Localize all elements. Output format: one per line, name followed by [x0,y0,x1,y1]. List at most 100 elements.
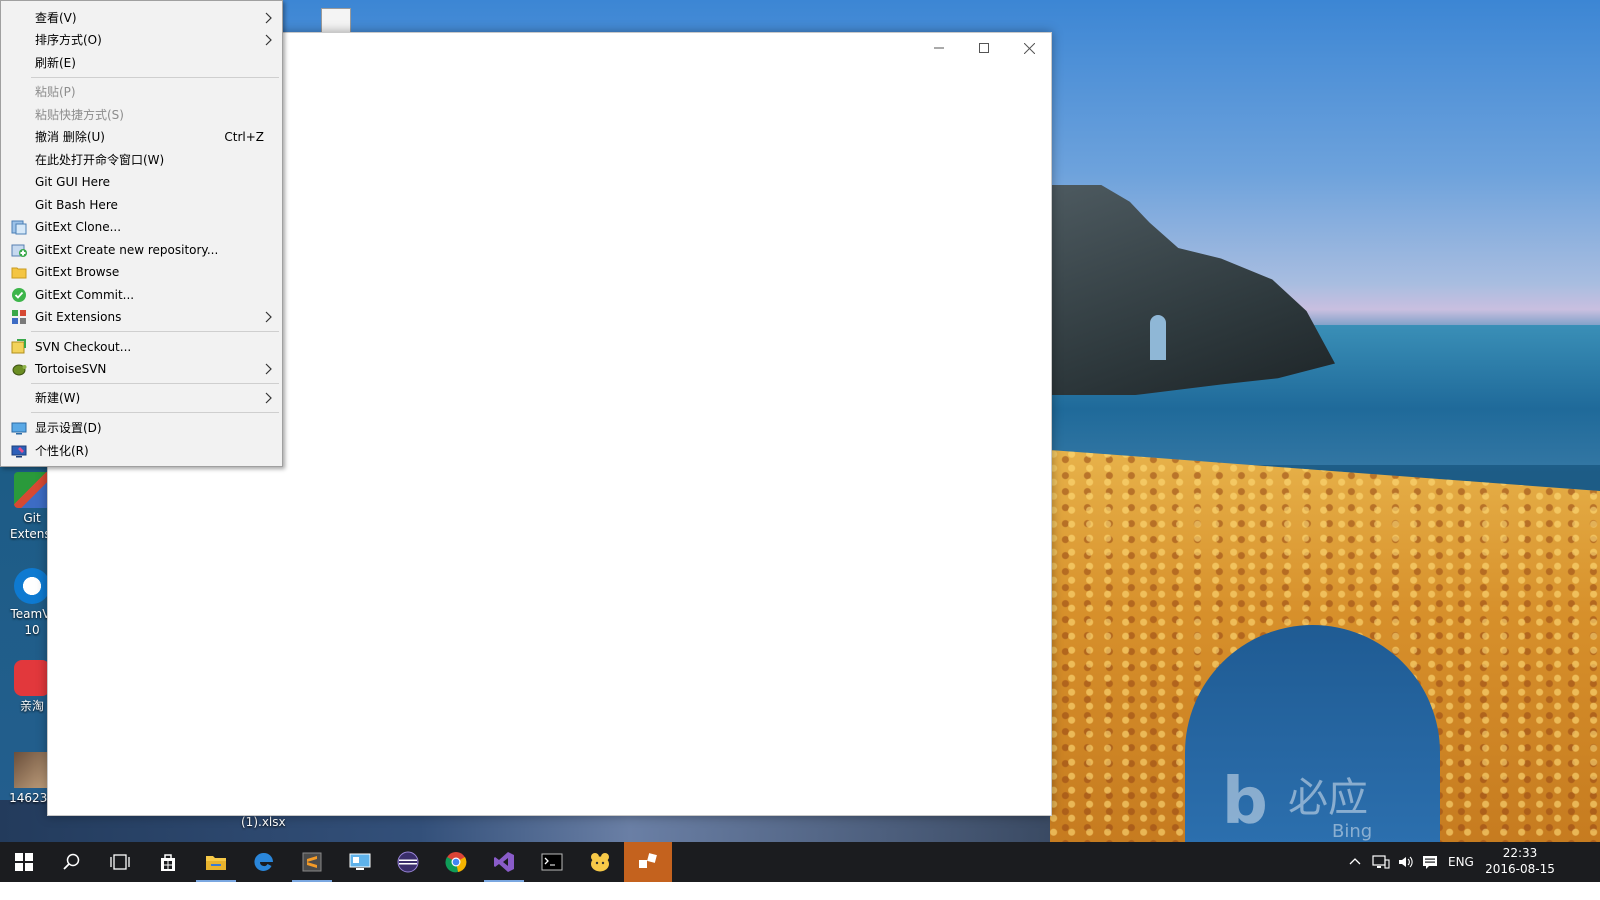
task-view-button[interactable] [96,842,144,882]
active-app-button[interactable] [624,842,672,882]
menu-item-label: 撤消 删除(U) [35,130,105,144]
file-explorer-icon [206,856,226,870]
app-bear-icon [591,853,609,872]
file-explorer-button[interactable] [192,842,240,882]
menu-item-paste-shortcut: 粘贴快捷方式(S) [3,104,280,126]
eclipse-button[interactable] [384,842,432,882]
active-app-icon [639,853,657,868]
menu-separator [31,77,279,78]
git-extensions-app-icon [14,472,50,508]
folder-icon [11,267,27,279]
sublime-text-icon [302,852,322,872]
minimize-button[interactable] [916,33,962,63]
menu-item-shortcut: Ctrl+Z [224,130,264,144]
eclipse-icon [397,851,419,873]
action-center-icon[interactable] [1422,854,1438,870]
close-button[interactable] [1006,33,1052,63]
desktop-file-label: (1).xlsx [241,815,286,829]
menu-item-tortoisesvn[interactable]: TortoiseSVN [3,358,280,380]
menu-item-label: GitExt Browse [35,265,120,279]
menu-item-gitext-browse[interactable]: GitExt Browse [3,261,280,283]
menu-item-label: 粘贴快捷方式(S) [35,108,124,122]
system-tray: ENG [1348,842,1474,882]
menu-item-sort-by[interactable]: 排序方式(O) [3,29,280,51]
search-icon [63,853,80,870]
menu-item-view[interactable]: 查看(V) [3,7,280,29]
command-prompt-icon [541,853,563,871]
taskbar: ENG 22:33 2016-08-15 [0,842,1600,882]
search-button[interactable] [48,842,96,882]
app-bear-button[interactable] [576,842,624,882]
menu-separator [31,331,279,332]
menu-item-label: 在此处打开命令窗口(W) [35,153,165,167]
menu-item-git-extensions[interactable]: Git Extensions [3,306,280,328]
menu-item-label: SVN Checkout... [35,340,132,354]
close-icon [1023,42,1035,54]
menu-item-refresh[interactable]: 刷新(E) [3,52,280,74]
menu-item-label: 排序方式(O) [35,33,102,47]
personalize-icon [11,445,27,458]
menu-item-label: GitExt Commit... [35,288,135,302]
command-prompt-button[interactable] [528,842,576,882]
menu-item-git-gui-here[interactable]: Git GUI Here [3,171,280,193]
menu-item-label: Git Extensions [35,310,122,324]
remote-desktop-button[interactable] [336,842,384,882]
menu-item-label: 查看(V) [35,11,77,25]
chrome-icon [445,852,467,873]
menu-item-gitext-clone[interactable]: GitExt Clone... [3,216,280,238]
edge-button[interactable] [240,842,288,882]
store-button[interactable] [144,842,192,882]
clock-date: 2016-08-15 [1485,862,1555,876]
menu-item-label: Git Bash Here [35,198,118,212]
clock[interactable]: 22:33 2016-08-15 [1480,845,1560,877]
image-thumbnail-icon [14,752,50,788]
menu-item-svn-checkout[interactable]: SVN Checkout... [3,336,280,358]
bing-watermark-cn: 必应 [1288,775,1368,821]
submenu-arrow-icon [265,363,272,375]
menu-item-git-bash-here[interactable]: Git Bash Here [3,194,280,216]
network-icon[interactable] [1372,854,1390,870]
sublime-text-button[interactable] [288,842,336,882]
menu-item-gitext-create-repo[interactable]: GitExt Create new repository... [3,239,280,261]
maximize-button[interactable] [961,33,1007,63]
menu-item-personalize[interactable]: 个性化(R) [3,440,280,462]
menu-item-undo-delete[interactable]: 撤消 删除(U) Ctrl+Z [3,126,280,148]
maximize-icon [979,43,989,53]
bing-watermark: b 必应 Bing [1222,770,1382,842]
tortoise-icon [12,364,27,376]
menu-item-display-settings[interactable]: 显示设置(D) [3,417,280,439]
visual-studio-icon [494,852,514,872]
menu-item-gitext-commit[interactable]: GitExt Commit... [3,284,280,306]
chevron-up-icon[interactable] [1348,855,1362,869]
green-check-icon [12,288,26,302]
menu-item-open-command-window[interactable]: 在此处打开命令窗口(W) [3,149,280,171]
submenu-arrow-icon [265,12,272,24]
menu-item-label: GitExt Create new repository... [35,243,219,257]
input-language[interactable]: ENG [1448,855,1474,869]
menu-item-new[interactable]: 新建(W) [3,387,280,409]
submenu-arrow-icon [265,392,272,404]
menu-item-label: 粘贴(P) [35,85,76,99]
menu-separator [31,383,279,384]
volume-icon[interactable] [1398,854,1414,870]
windows-logo-icon [15,853,33,871]
gitext-clone-icon [11,220,27,235]
teamviewer-icon [14,568,50,604]
start-button[interactable] [0,842,48,882]
remote-desktop-icon [349,853,371,870]
visual-studio-button[interactable] [480,842,528,882]
menu-item-label: Git GUI Here [35,175,111,189]
git-extensions-icon [12,310,26,324]
bing-watermark-en: Bing [1332,821,1373,842]
gitext-create-repo-icon [11,244,27,257]
menu-separator [31,412,279,413]
menu-item-label: 显示设置(D) [35,421,102,435]
minimize-icon [934,47,944,49]
chrome-button[interactable] [432,842,480,882]
submenu-arrow-icon [265,34,272,46]
edge-icon [254,852,273,871]
menu-item-label: 新建(W) [35,391,81,405]
desktop-file-icon[interactable] [321,8,351,34]
menu-item-label: GitExt Clone... [35,220,122,234]
wallpaper-cliff [1050,185,1335,395]
